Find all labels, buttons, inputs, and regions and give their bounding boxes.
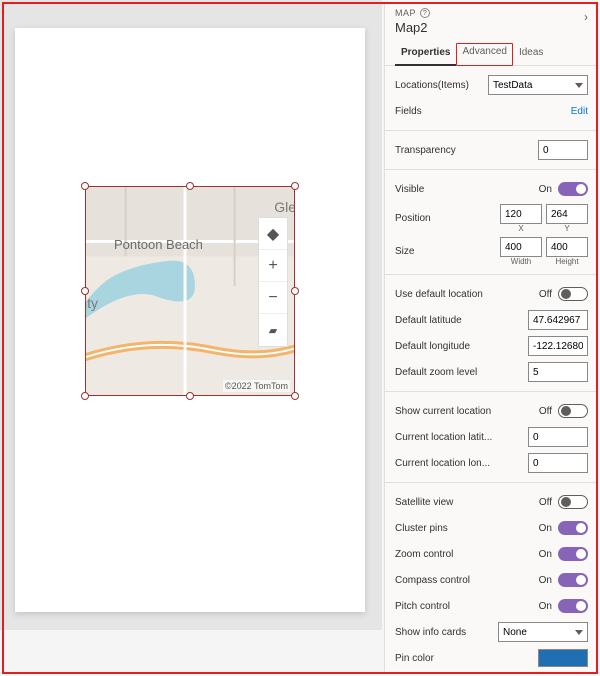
use-default-location-label: Use default location <box>395 289 539 300</box>
resize-handle[interactable] <box>186 182 194 190</box>
resize-handle[interactable] <box>291 392 299 400</box>
current-lat-input[interactable] <box>528 427 588 447</box>
satellite-toggle[interactable] <box>558 495 588 509</box>
map-attribution: ©2022 TomTom <box>223 380 290 392</box>
compass-ctrl-label: Compass control <box>395 575 539 586</box>
transparency-label: Transparency <box>395 145 538 156</box>
cluster-label: Cluster pins <box>395 523 539 534</box>
map-controls: ◆ + − ▰ <box>258 217 288 347</box>
size-label: Size <box>395 246 500 257</box>
map-zoom-in-button[interactable]: + <box>259 250 287 282</box>
map-place-label: ity <box>85 295 98 311</box>
fields-edit-link[interactable]: Edit <box>571 106 588 117</box>
tab-properties[interactable]: Properties <box>395 43 456 66</box>
position-y-input[interactable] <box>546 204 588 224</box>
compass-ctrl-toggle[interactable] <box>558 573 588 587</box>
show-current-label: Show current location <box>395 406 539 417</box>
transparency-input[interactable] <box>538 140 588 160</box>
resize-handle[interactable] <box>291 182 299 190</box>
control-type-label: MAP ? <box>395 8 588 18</box>
chevron-right-icon[interactable]: › <box>584 10 588 24</box>
pitch-ctrl-label: Pitch control <box>395 601 539 612</box>
resize-handle[interactable] <box>81 287 89 295</box>
resize-handle[interactable] <box>186 392 194 400</box>
info-cards-select[interactable]: None <box>498 622 588 642</box>
fields-label: Fields <box>395 106 571 117</box>
map-compass-button[interactable]: ◆ <box>259 218 287 250</box>
properties-panel: MAP ? › Map2 Properties Advanced Ideas L… <box>384 2 598 674</box>
zoom-ctrl-toggle[interactable] <box>558 547 588 561</box>
help-icon[interactable]: ? <box>420 8 430 18</box>
tab-advanced[interactable]: Advanced <box>456 43 512 66</box>
satellite-label: Satellite view <box>395 497 539 508</box>
default-lat-input[interactable] <box>528 310 588 330</box>
position-label: Position <box>395 213 500 224</box>
resize-handle[interactable] <box>291 287 299 295</box>
default-zoom-input[interactable] <box>528 362 588 382</box>
canvas-background: Pontoon Beach ity Gle ©2022 TomTom ◆ + −… <box>0 0 382 630</box>
cluster-toggle[interactable] <box>558 521 588 535</box>
default-lon-input[interactable] <box>528 336 588 356</box>
panel-tabs: Properties Advanced Ideas <box>385 37 598 66</box>
info-cards-label: Show info cards <box>395 627 498 638</box>
locations-select[interactable]: TestData <box>488 75 588 95</box>
resize-handle[interactable] <box>81 182 89 190</box>
default-lat-label: Default latitude <box>395 315 528 326</box>
map-control-selection[interactable]: Pontoon Beach ity Gle ©2022 TomTom ◆ + −… <box>85 186 295 396</box>
current-lat-label: Current location latit... <box>395 432 528 443</box>
pin-color-swatch[interactable] <box>538 649 588 667</box>
map-place-label: Pontoon Beach <box>114 237 203 252</box>
resize-handle[interactable] <box>81 392 89 400</box>
current-lon-label: Current location lon... <box>395 458 528 469</box>
show-current-toggle[interactable] <box>558 404 588 418</box>
pin-color-label: Pin color <box>395 653 538 664</box>
map-pitch-button[interactable]: ▰ <box>259 314 287 346</box>
size-h-input[interactable] <box>546 237 588 257</box>
use-default-location-toggle[interactable] <box>558 287 588 301</box>
visible-label: Visible <box>395 184 539 195</box>
current-lon-input[interactable] <box>528 453 588 473</box>
map-zoom-out-button[interactable]: − <box>259 282 287 314</box>
size-w-input[interactable] <box>500 237 542 257</box>
control-name[interactable]: Map2 <box>395 20 588 35</box>
zoom-ctrl-label: Zoom control <box>395 549 539 560</box>
map-place-label: Gle <box>274 199 295 215</box>
position-x-input[interactable] <box>500 204 542 224</box>
default-zoom-label: Default zoom level <box>395 367 528 378</box>
pitch-ctrl-toggle[interactable] <box>558 599 588 613</box>
default-lon-label: Default longitude <box>395 341 528 352</box>
locations-label: Locations(Items) <box>395 80 488 91</box>
map-viewport[interactable]: Pontoon Beach ity Gle ©2022 TomTom ◆ + −… <box>85 186 295 396</box>
tab-ideas[interactable]: Ideas <box>513 43 549 65</box>
canvas-paper[interactable]: Pontoon Beach ity Gle ©2022 TomTom ◆ + −… <box>15 28 365 612</box>
visible-toggle[interactable] <box>558 182 588 196</box>
